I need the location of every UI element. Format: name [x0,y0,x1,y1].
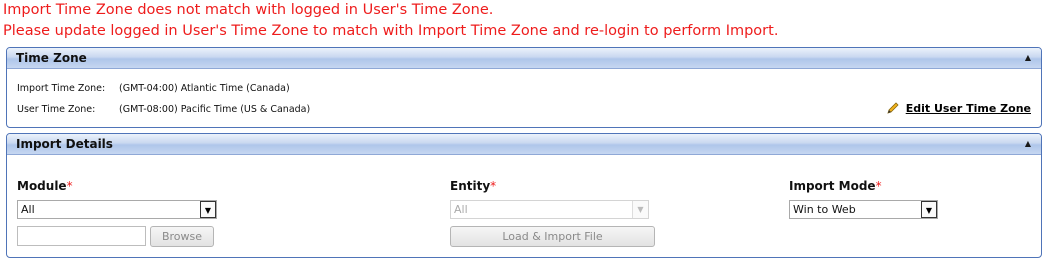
edit-user-time-zone-link[interactable]: Edit User Time Zone [886,101,1031,115]
user-time-zone-label: User Time Zone: [17,104,96,115]
collapse-caret-icon[interactable]: ▲ [1025,48,1031,68]
user-time-zone-value: (GMT-08:00) Pacific Time (US & Canada) [119,104,311,115]
time-zone-panel: Time Zone ▲ Import Time Zone: (GMT-04:00)… [6,47,1042,128]
required-asterisk: * [66,179,73,193]
dropdown-arrow-icon[interactable]: ▼ [921,201,937,218]
module-select-value: All [21,203,35,216]
collapse-caret-icon[interactable]: ▲ [1025,134,1031,154]
edit-user-time-zone-label: Edit User Time Zone [905,101,1031,115]
timezone-mismatch-error: Import Time Zone does not match with log… [3,2,494,18]
import-mode-select-value: Win to Web [793,203,856,216]
dropdown-arrow-icon[interactable]: ▼ [200,201,216,218]
pencil-icon [887,102,899,114]
required-asterisk: * [875,179,882,193]
time-zone-panel-header[interactable]: Time Zone ▲ [7,48,1041,69]
load-import-file-button[interactable]: Load & Import File [450,226,655,247]
user-time-zone-row: User Time Zone: (GMT-08:00) Pacific Time … [17,104,310,115]
import-details-panel-header[interactable]: Import Details ▲ [7,134,1041,155]
file-path-input[interactable] [17,226,146,246]
import-details-panel: Import Details ▲ Module* All ▼ Browse En… [6,133,1042,258]
import-time-zone-label: Import Time Zone: [17,83,106,94]
import-mode-label: Import Mode* [789,179,882,193]
dropdown-arrow-icon[interactable]: ▼ [632,201,648,218]
entity-select-value: All [454,203,468,216]
import-time-zone-row: Import Time Zone: (GMT-04:00) Atlantic Ti… [17,83,290,94]
import-time-zone-value: (GMT-04:00) Atlantic Time (Canada) [119,83,290,94]
browse-button[interactable]: Browse [150,226,214,247]
timezone-update-instruction: Please update logged in User's Time Zone… [3,23,779,39]
time-zone-panel-title: Time Zone [16,51,87,65]
import-mode-select[interactable]: Win to Web ▼ [789,200,938,219]
module-label: Module* [17,179,73,193]
module-select[interactable]: All ▼ [17,200,217,219]
import-details-panel-title: Import Details [16,137,113,151]
entity-select[interactable]: All ▼ [450,200,649,219]
required-asterisk: * [490,179,497,193]
entity-label: Entity* [450,179,497,193]
